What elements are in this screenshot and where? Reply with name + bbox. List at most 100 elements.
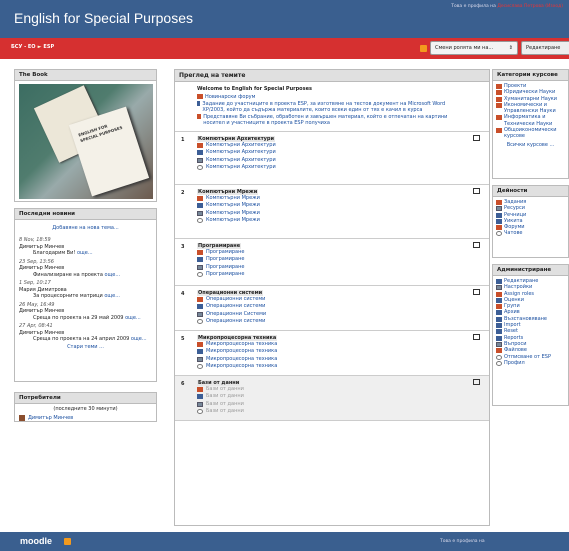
news-title: Среща по проекта на 24 април 2009 xyxy=(33,336,130,342)
rss-icon[interactable] xyxy=(420,44,427,52)
online-user-link[interactable]: Димитър Минчев xyxy=(28,415,73,421)
questions-icon xyxy=(496,341,502,347)
news-more-link[interactable]: още... xyxy=(131,336,147,342)
activity-item[interactable]: Микропроцесорна техника xyxy=(197,348,467,356)
activity-link[interactable]: Операционни системи xyxy=(206,318,265,326)
activity-link[interactable]: Компютърни Мрежи xyxy=(206,217,260,225)
activity-link[interactable]: Програмиране xyxy=(206,264,244,272)
activity-item[interactable]: Операционни системи xyxy=(197,318,467,326)
block-title: Дейности xyxy=(493,186,568,197)
edit-button[interactable]: Редактиране xyxy=(521,41,569,55)
activity-item[interactable]: Микропроцесорна техника xyxy=(197,363,467,371)
activity-item[interactable]: Компютърни Архитектури xyxy=(197,157,467,165)
highlight-checkbox[interactable] xyxy=(473,333,480,340)
admin-link[interactable]: Профил xyxy=(504,360,525,366)
rss-icon[interactable] xyxy=(64,538,71,545)
forum-icon xyxy=(197,296,203,302)
news-more-link[interactable]: още... xyxy=(77,250,93,256)
intro-link[interactable]: Задание до участниците в проекта ESP, за… xyxy=(202,101,467,114)
add-topic-link[interactable]: Добавяне на нова тема... xyxy=(15,225,156,231)
category-link[interactable]: Информатика и Технически Науки xyxy=(504,114,565,127)
activity-link[interactable]: Компютърни Архитектури xyxy=(206,142,276,150)
intro-link[interactable]: Представяне Ви събрание, обработен и зав… xyxy=(203,114,467,127)
activity-link[interactable]: Компютърни Мрежи xyxy=(206,195,260,203)
activity-link[interactable]: Операционни системи xyxy=(206,303,265,311)
highlight-checkbox[interactable] xyxy=(473,241,480,248)
activity-item[interactable]: Бази от данни xyxy=(197,401,467,409)
activity-link[interactable]: Компютърни Архитектури xyxy=(206,164,276,172)
logout-link[interactable]: (Изход) xyxy=(545,4,563,9)
activity-item[interactable]: Операционни Системи xyxy=(197,311,467,319)
news-item: 1 Sep, 10:17 Мария Димитрова За процесорни… xyxy=(15,279,156,301)
activity-item[interactable]: Операционни системи xyxy=(197,296,467,304)
activity-item[interactable]: Бази от данни xyxy=(197,386,467,394)
activity-link[interactable]: Бази от данни xyxy=(206,401,244,409)
news-more-link[interactable]: още... xyxy=(104,293,120,299)
assignment-icon xyxy=(496,200,502,205)
activity-link[interactable]: Компютърни Мрежи xyxy=(206,202,260,210)
highlight-checkbox[interactable] xyxy=(473,378,480,385)
activity-type-item[interactable]: Чатове xyxy=(493,230,568,237)
activity-item[interactable]: Компютърни Архитектури xyxy=(197,142,467,150)
activity-item[interactable]: Компютърни Мрежи xyxy=(197,195,467,203)
resource-icon xyxy=(197,113,202,119)
activity-item[interactable]: Микропроцесорна техника xyxy=(197,341,467,349)
highlight-checkbox[interactable] xyxy=(473,134,480,141)
topic-section: 4 Операционни системи Операционни системи О… xyxy=(175,286,489,331)
activity-link[interactable]: Програмиране xyxy=(206,271,244,279)
activities-block: Дейности Задания Ресурси Речници Уикита Фору… xyxy=(492,185,569,258)
topic-number: 4 xyxy=(181,290,185,297)
activity-item[interactable]: Компютърни Архитектури xyxy=(197,149,467,157)
activity-item[interactable]: Компютърни Архитектури xyxy=(197,164,467,172)
user-link[interactable]: Десислава Петрова xyxy=(497,4,543,9)
activity-link[interactable]: Операционни Системи xyxy=(206,311,266,319)
activity-item[interactable]: Бази от данни xyxy=(197,393,467,401)
activity-link[interactable]: Операционни системи xyxy=(206,296,265,304)
news-more-link[interactable]: още... xyxy=(105,272,121,278)
activity-item[interactable]: Програмиране xyxy=(197,271,467,279)
activity-link[interactable]: Бази от данни xyxy=(206,386,244,394)
category-item[interactable]: Общоикономически курсове xyxy=(493,127,568,140)
activity-item[interactable]: Компютърни Мрежи xyxy=(197,202,467,210)
highlight-checkbox[interactable] xyxy=(473,187,480,194)
activity-link[interactable]: Програмиране xyxy=(206,249,244,257)
activity-item[interactable]: Микропроцесорна техника xyxy=(197,356,467,364)
breadcrumb-home[interactable]: БСУ - ЕО xyxy=(11,44,36,50)
category-link[interactable]: Икономически и Управленски Науки xyxy=(504,102,565,115)
files-icon xyxy=(496,348,502,354)
activity-link[interactable]: Микропроцесорна техника xyxy=(206,341,277,349)
category-item[interactable]: Икономически и Управленски Науки xyxy=(493,102,568,115)
category-item[interactable]: Информатика и Технически Науки xyxy=(493,114,568,127)
activity-item[interactable]: Компютърни Мрежи xyxy=(197,217,467,225)
category-link[interactable]: Общоикономически курсове xyxy=(504,127,565,140)
switch-role-select[interactable]: Смени ролята ми на... ⇕ xyxy=(430,41,518,55)
activity-link[interactable]: Микропроцесорна техника xyxy=(206,363,277,371)
activity-item[interactable]: Операционни системи xyxy=(197,303,467,311)
activity-link[interactable]: Бази от данни xyxy=(206,393,244,401)
activity-item[interactable]: Програмиране xyxy=(197,249,467,257)
activity-link[interactable]: Компютърни Мрежи xyxy=(206,210,260,218)
all-courses-link[interactable]: Всички курсове ... xyxy=(493,142,568,148)
topic-section: 6 Бази от данни Бази от данни Бази от данни… xyxy=(175,375,489,421)
activity-link[interactable]: Микропроцесорна техника xyxy=(206,356,277,364)
welcome-title: Welcome to English for Special Purposes xyxy=(197,86,312,92)
activity-link[interactable]: Компютърни Архитектури xyxy=(206,149,276,157)
activity-item[interactable]: Компютърни Мрежи xyxy=(197,210,467,218)
activity-item[interactable]: Бази от данни xyxy=(197,408,467,416)
older-topics-link[interactable]: Стари теми ... xyxy=(15,344,156,350)
activity-item[interactable]: Програмиране xyxy=(197,256,467,264)
activity-link[interactable]: Микропроцесорна техника xyxy=(206,348,277,356)
activity-link[interactable]: Програмиране xyxy=(206,256,244,264)
breadcrumb-course[interactable]: ESP xyxy=(43,44,54,50)
topic-number: 2 xyxy=(181,189,185,196)
activity-item[interactable]: Програмиране xyxy=(197,264,467,272)
activity-link[interactable]: Бази от данни xyxy=(206,408,244,416)
quiz-icon xyxy=(197,203,203,209)
highlight-checkbox[interactable] xyxy=(473,288,480,295)
chat-icon xyxy=(496,231,502,237)
admin-item[interactable]: Профил xyxy=(493,360,568,366)
news-more-link[interactable]: още... xyxy=(125,315,141,321)
activity-type-link[interactable]: Чатове xyxy=(504,230,523,236)
activity-link[interactable]: Компютърни Архитектури xyxy=(206,157,276,165)
moodle-logo[interactable]: moodle xyxy=(20,536,52,546)
